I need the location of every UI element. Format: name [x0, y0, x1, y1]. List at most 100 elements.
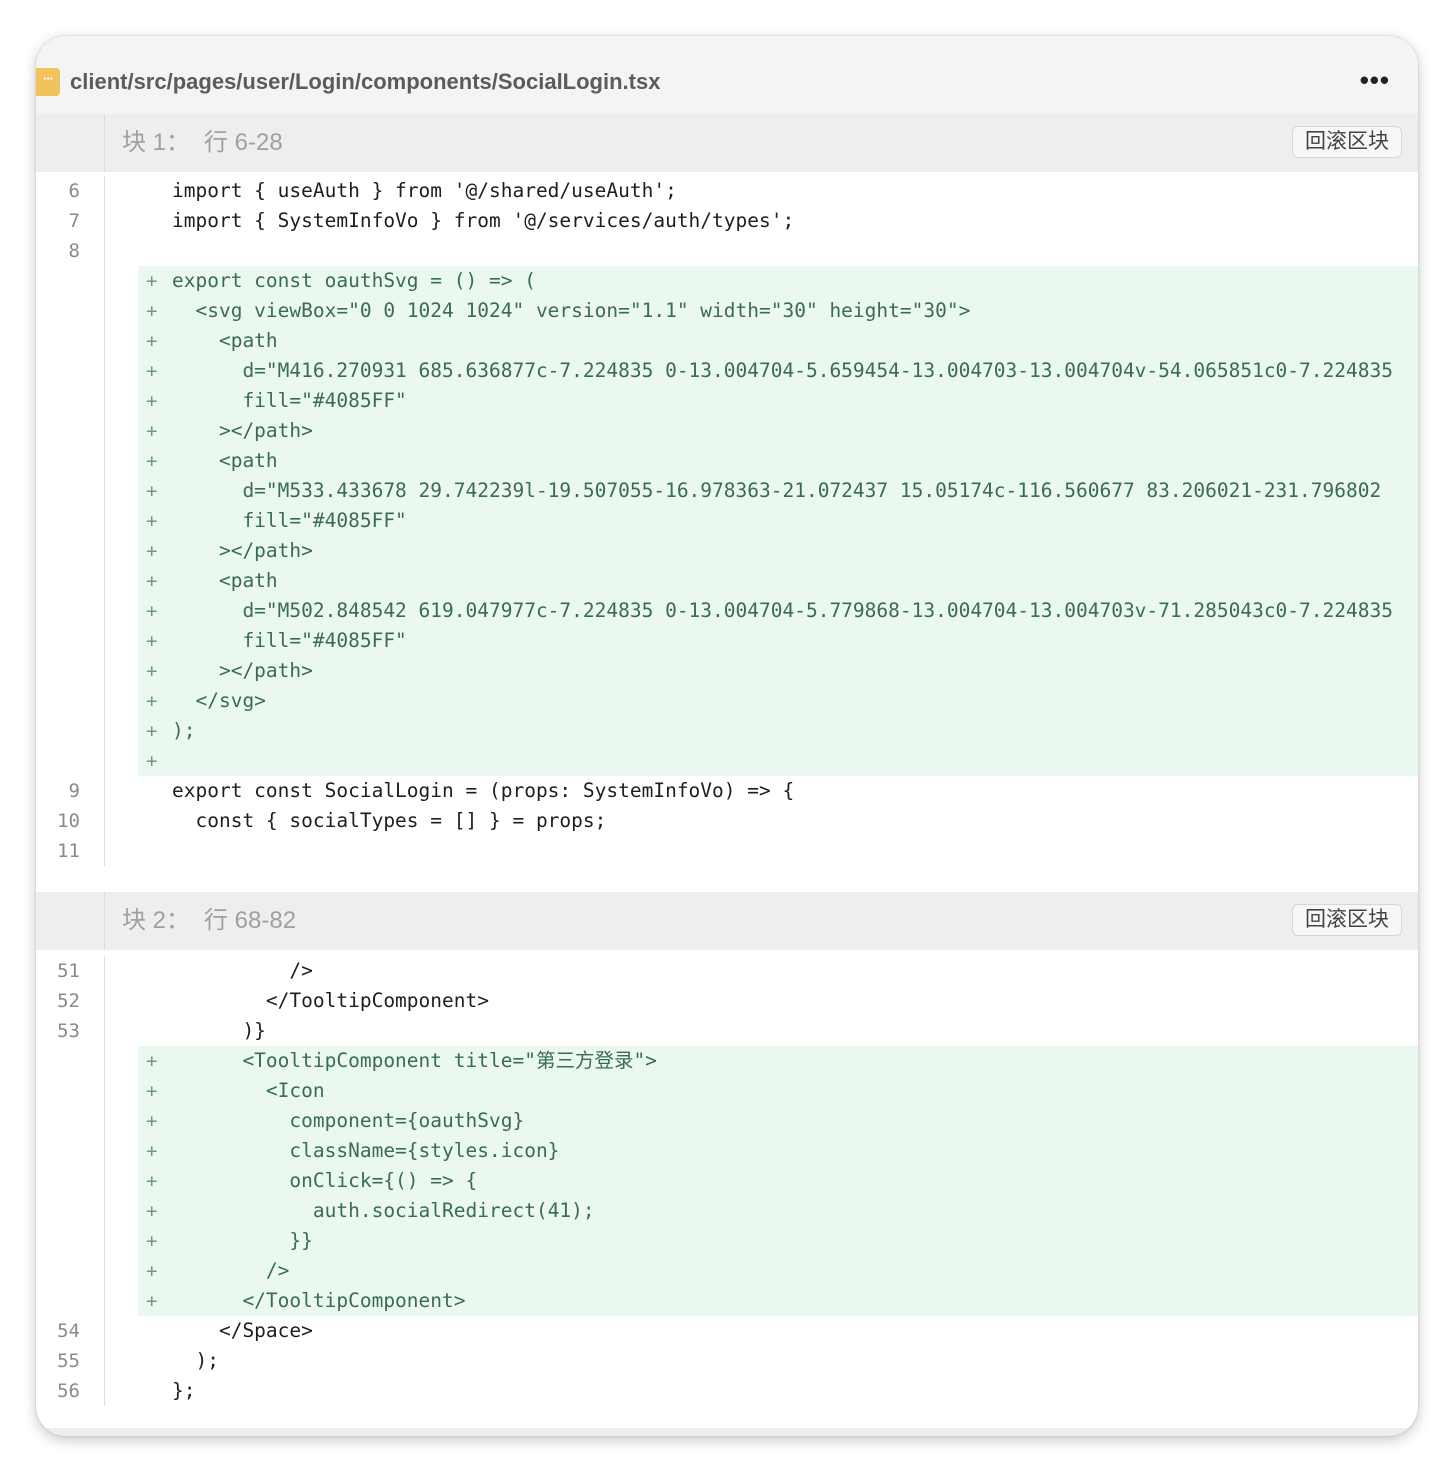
context-line: 56};	[36, 1376, 1418, 1406]
revert-hunk-button[interactable]: 回滚区块	[1292, 904, 1402, 936]
code-text[interactable]: export const SocialLogin = (props: Syste…	[172, 776, 794, 806]
code-text[interactable]: component={oauthSvg}	[172, 1106, 524, 1136]
added-marker: +	[146, 1260, 158, 1282]
added-line: + fill="#4085FF"	[36, 626, 1418, 656]
added-marker: +	[146, 1200, 158, 1222]
added-line: + fill="#4085FF"	[36, 386, 1418, 416]
added-line: + d="M533.433678 29.742239l-19.507055-16…	[36, 476, 1418, 506]
code-text[interactable]: </TooltipComponent>	[172, 986, 489, 1016]
context-line: 9 export const SocialLogin = (props: Syst…	[36, 776, 1418, 806]
context-line: 10 const { socialTypes = [] } = props;	[36, 806, 1418, 836]
added-marker: +	[146, 570, 158, 592]
code-text[interactable]: );	[172, 1346, 219, 1376]
added-line: + d="M502.848542 619.047977c-7.224835 0-…	[36, 596, 1418, 626]
code-text[interactable]: <path	[172, 566, 278, 596]
code-text[interactable]: ></path>	[172, 536, 313, 566]
added-line: + <Icon	[36, 1076, 1418, 1106]
bottom-bar	[36, 1428, 1418, 1436]
added-marker: +	[146, 1290, 158, 1312]
revert-hunk-button[interactable]: 回滚区块	[1292, 126, 1402, 158]
file-path[interactable]: client/src/pages/user/Login/components/S…	[70, 68, 660, 96]
code-text[interactable]: }}	[172, 1226, 313, 1256]
file-type-icon: ···	[36, 68, 60, 96]
added-marker: +	[146, 690, 158, 712]
code-text[interactable]: const { socialTypes = [] } = props;	[172, 806, 606, 836]
added-marker: +	[146, 300, 158, 322]
hunk-block-label: 块 2：	[122, 907, 191, 934]
line-number: 54	[57, 1320, 80, 1342]
added-marker: +	[146, 1110, 158, 1132]
added-line: + d="M416.270931 685.636877c-7.224835 0-…	[36, 356, 1418, 386]
added-marker: +	[146, 330, 158, 352]
added-line: + }}	[36, 1226, 1418, 1256]
code-text[interactable]: };	[172, 1376, 195, 1406]
added-marker: +	[146, 1140, 158, 1162]
added-line: + <path	[36, 326, 1418, 356]
context-line: 51 />	[36, 956, 1418, 986]
added-marker: +	[146, 720, 158, 742]
added-marker: +	[146, 540, 158, 562]
context-line: 11	[36, 836, 1418, 866]
code-text[interactable]: <path	[172, 446, 278, 476]
code-text[interactable]: ></path>	[172, 416, 313, 446]
code-text[interactable]: export const oauthSvg = () => (	[172, 266, 536, 296]
code-text[interactable]: className={styles.icon}	[172, 1136, 559, 1166]
added-line: + component={oauthSvg}	[36, 1106, 1418, 1136]
line-number: 7	[68, 210, 80, 232]
code-text[interactable]: <Icon	[172, 1076, 325, 1106]
line-number: 56	[57, 1380, 80, 1402]
hunk-label: 块 2： 行 68-82	[122, 906, 310, 936]
added-marker: +	[146, 1230, 158, 1252]
file-header: ··· client/src/pages/user/Login/componen…	[36, 36, 1418, 114]
hunk-block-label: 块 1：	[122, 129, 191, 156]
code-text[interactable]: auth.socialRedirect(41);	[172, 1196, 595, 1226]
context-line: 6 import { useAuth } from '@/shared/useAu…	[36, 176, 1418, 206]
added-line: + <path	[36, 446, 1418, 476]
added-marker: +	[146, 1170, 158, 1192]
hunk-header-1: 块 1： 行 6-28 回滚区块	[36, 114, 1418, 172]
code-text[interactable]: fill="#4085FF"	[172, 626, 406, 656]
code-text[interactable]: </TooltipComponent>	[172, 1286, 465, 1316]
code-text[interactable]: <TooltipComponent title="第三方登录">	[172, 1046, 656, 1076]
line-number: 55	[57, 1350, 80, 1372]
line-number: 10	[57, 810, 80, 832]
code-text[interactable]: d="M502.848542 619.047977c-7.224835 0-13…	[172, 596, 1393, 626]
added-line: + auth.socialRedirect(41);	[36, 1196, 1418, 1226]
code-text[interactable]: onClick={() => {	[172, 1166, 477, 1196]
code-text[interactable]: );	[172, 716, 195, 746]
added-marker: +	[146, 1080, 158, 1102]
line-number: 53	[57, 1020, 80, 1042]
line-number: 11	[57, 840, 80, 862]
code-text[interactable]: <path	[172, 326, 278, 356]
code-text[interactable]: <svg viewBox="0 0 1024 1024" version="1.…	[172, 296, 970, 326]
context-line: 54 </Space>	[36, 1316, 1418, 1346]
code-text[interactable]: import { useAuth } from '@/shared/useAut…	[172, 176, 677, 206]
code-text[interactable]: import { SystemInfoVo } from '@/services…	[172, 206, 794, 236]
code-text[interactable]: </Space>	[172, 1316, 313, 1346]
added-marker: +	[146, 660, 158, 682]
added-line: + ></path>	[36, 656, 1418, 686]
code-text[interactable]: </svg>	[172, 686, 265, 716]
added-marker: +	[146, 390, 158, 412]
code-text[interactable]: fill="#4085FF"	[172, 506, 406, 536]
code-text[interactable]: d="M533.433678 29.742239l-19.507055-16.9…	[172, 476, 1381, 506]
hunk-header-2: 块 2： 行 68-82 回滚区块	[36, 892, 1418, 950]
more-options-icon[interactable]: •••	[1360, 66, 1390, 94]
added-line: + </svg>	[36, 686, 1418, 716]
code-text[interactable]: )}	[172, 1016, 265, 1046]
added-line: +	[36, 746, 1418, 776]
added-line: + ></path>	[36, 536, 1418, 566]
added-line: + className={styles.icon}	[36, 1136, 1418, 1166]
added-marker: +	[146, 630, 158, 652]
code-text[interactable]: ></path>	[172, 656, 313, 686]
code-text[interactable]: />	[172, 956, 313, 986]
added-line: + ></path>	[36, 416, 1418, 446]
added-marker: +	[146, 270, 158, 292]
code-text[interactable]: d="M416.270931 685.636877c-7.224835 0-13…	[172, 356, 1393, 386]
context-line: 8	[36, 236, 1418, 266]
code-text[interactable]: fill="#4085FF"	[172, 386, 406, 416]
added-marker: +	[146, 510, 158, 532]
hunk-label: 块 1： 行 6-28	[122, 128, 297, 158]
added-marker: +	[146, 360, 158, 382]
code-text[interactable]: />	[172, 1256, 290, 1286]
